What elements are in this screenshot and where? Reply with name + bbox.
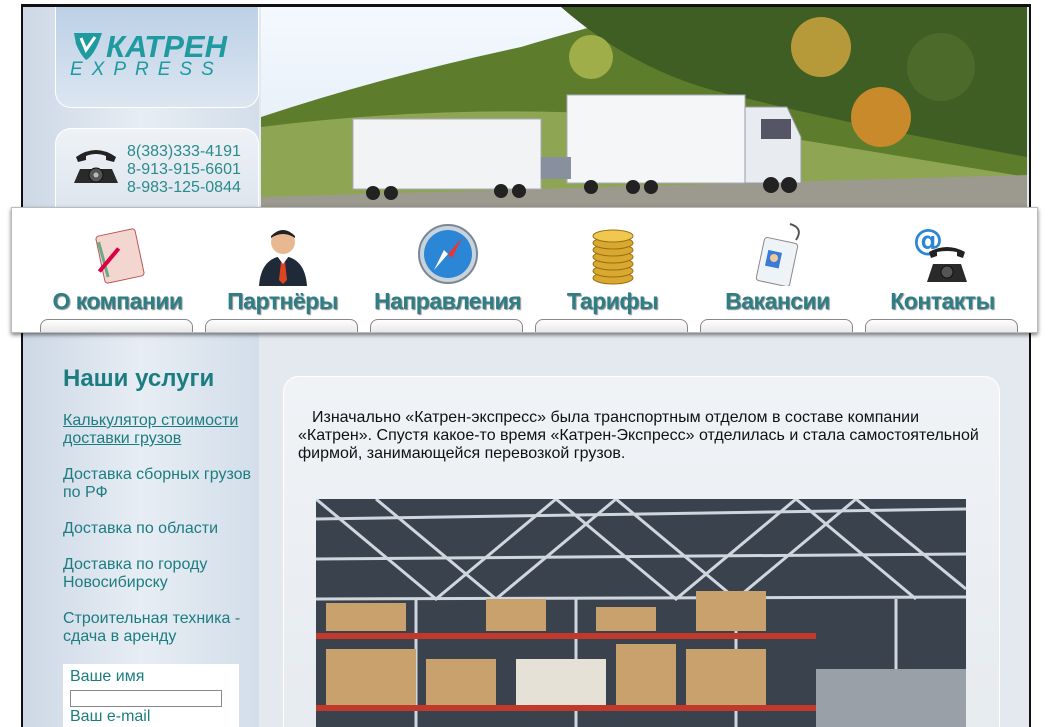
nav-tab [700,319,853,332]
email-label: Ваш e-mail [70,708,151,725]
services-title: Наши услуги [63,365,215,392]
nav-item-rates[interactable]: Тарифы [535,208,690,332]
main-content: Изначально «Катрен-экспресс» была трансп… [283,376,1000,727]
nav-tab [205,319,358,332]
nav-tab [535,319,688,332]
contact-phones: 8(383)333-4191 8-913-915-6601 8-983-125-… [55,128,259,209]
nav-item-directions[interactable]: Направления [370,208,525,332]
name-label: Ваше имя [70,668,145,685]
phone-number[interactable]: 8-913-915-6601 [127,161,241,179]
compass-icon [417,224,478,284]
intro-text: Изначально «Катрен-экспресс» была трансп… [298,409,979,462]
header-image-trucks [261,7,1027,209]
nav-tab [865,319,1018,332]
service-link-equipment-rental[interactable]: Строительная техника - сдача в аренду [63,610,253,646]
svg-text:@: @ [913,223,943,258]
badge-icon [755,223,800,286]
service-link-calculator[interactable]: Калькулятор стоимости доставки грузов [63,412,253,448]
service-link-freight-russia[interactable]: Доставка сборных грузов по РФ [63,466,253,502]
nav-item-vacancies[interactable]: Вакансии [700,208,855,332]
logo-shield-icon [74,33,102,60]
email-phone-icon: @ [913,223,967,282]
service-link-city[interactable]: Доставка по городу Новосибирску [63,556,253,592]
notebook-icon [95,228,144,284]
main-nav: О компании Партнёры Направления Тарифы В… [11,207,1038,333]
businessman-icon [258,230,307,286]
nav-item-contacts[interactable]: @ Контакты [865,208,1020,332]
name-input[interactable] [70,690,222,707]
page-frame: КАТРЕН EXPRESS 8(383)333-4191 8-913-915-… [21,4,1031,727]
contact-form: Ваше имя Ваш e-mail [63,664,239,727]
nav-item-partners[interactable]: Партнёры [205,208,360,332]
coins-icon [592,229,633,285]
nav-tab [40,319,193,332]
logo-subtitle: EXPRESS [70,59,223,80]
nav-tab [370,319,523,332]
nav-label: Контакты [890,288,995,314]
phone-number[interactable]: 8-983-125-0844 [127,179,241,197]
phone-number[interactable]: 8(383)333-4191 [127,143,241,161]
logo[interactable]: КАТРЕН EXPRESS [55,7,259,108]
service-link-region[interactable]: Доставка по области [63,520,253,538]
telephone-icon [74,150,118,183]
warehouse-photo [316,499,966,727]
nav-item-about[interactable]: О компании [40,208,195,332]
